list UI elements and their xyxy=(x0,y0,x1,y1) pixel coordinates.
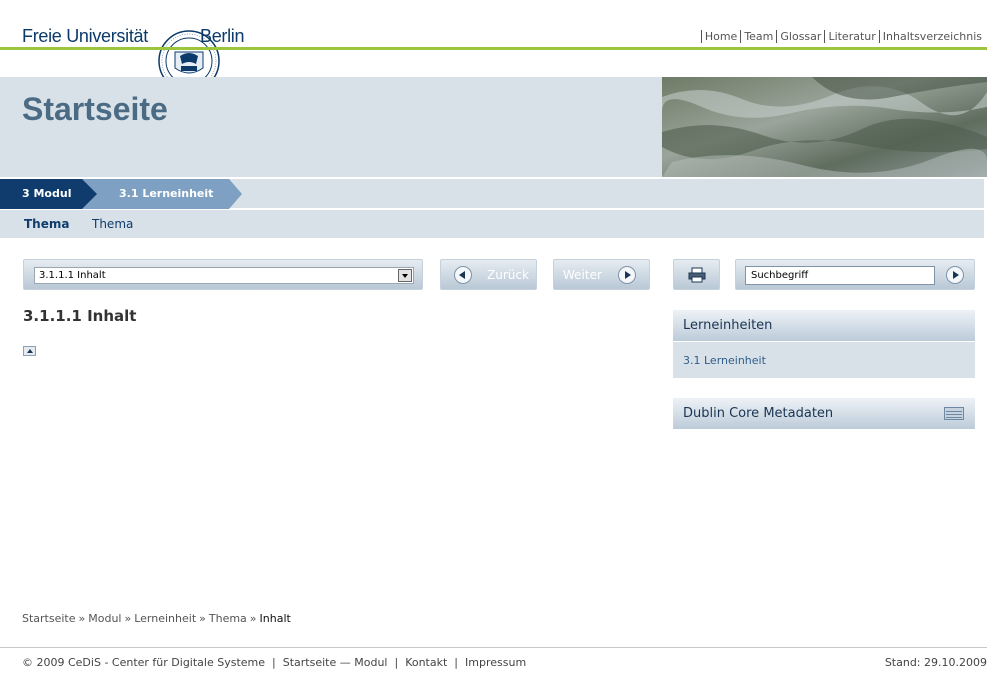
page-select-bar: 3.1.1.1 Inhalt xyxy=(23,259,423,290)
nav-literatur[interactable]: Literatur xyxy=(824,30,878,43)
content-heading: 3.1.1.1 Inhalt xyxy=(23,307,137,325)
nav-inhaltsverzeichnis[interactable]: Inhaltsverzeichnis xyxy=(878,30,985,43)
crumb-lerneinheit[interactable]: 3.1 Lerneinheit xyxy=(97,179,229,209)
footer-divider xyxy=(0,647,987,648)
subnav-thema-link[interactable]: Thema xyxy=(92,217,133,231)
topic-subnav: Thema Thema xyxy=(0,209,984,238)
arrow-left-icon xyxy=(454,266,472,284)
print-button[interactable] xyxy=(673,259,720,290)
breadcrumb-startseite[interactable]: Startseite xyxy=(22,612,76,625)
dublin-core-header[interactable]: Dublin Core Metadaten xyxy=(673,398,975,429)
water-photo xyxy=(662,77,987,177)
lerneinheiten-header: Lerneinheiten xyxy=(673,310,975,341)
breadcrumb-separator: » xyxy=(199,612,206,625)
breadcrumb-current: Inhalt xyxy=(259,612,291,625)
crumb-modul[interactable]: 3 Modul xyxy=(0,179,82,209)
subnav-thema-active[interactable]: Thema xyxy=(24,217,69,231)
logo-text-left: Freie Universität xyxy=(22,26,148,46)
last-updated: Stand: 29.10.2009 xyxy=(884,656,987,669)
page-select[interactable]: 3.1.1.1 Inhalt xyxy=(34,267,414,284)
breadcrumb-modul[interactable]: Modul xyxy=(88,612,121,625)
breadcrumb-separator: » xyxy=(249,612,257,625)
search-input[interactable] xyxy=(745,266,935,285)
back-button[interactable]: Zurück xyxy=(440,259,537,290)
header-divider xyxy=(0,47,987,50)
crumb-lerneinheit-arrow xyxy=(229,179,242,209)
module-breadcrumb-bar: 3 Modul 3.1 Lerneinheit xyxy=(0,178,984,209)
nav-home[interactable]: Home xyxy=(700,30,740,43)
logo-text-right: Berlin xyxy=(200,26,245,46)
nav-team[interactable]: Team xyxy=(740,30,776,43)
crumb-modul-arrow xyxy=(82,179,97,209)
dublin-core-title: Dublin Core Metadaten xyxy=(683,406,834,421)
breadcrumb: Startseite» Modul» Lerneinheit» Thema» Inhal… xyxy=(22,612,291,625)
next-label: Weiter xyxy=(563,268,602,282)
back-to-top-icon[interactable] xyxy=(23,346,36,356)
lerneinheit-link[interactable]: 3.1 Lerneinheit xyxy=(683,354,766,367)
back-label: Zurück xyxy=(487,268,529,282)
page-title: Startseite xyxy=(22,91,168,127)
arrow-right-icon xyxy=(618,266,636,284)
footer: © 2009 CeDiS - Center für Digitale Syste… xyxy=(22,656,527,669)
breadcrumb-thema[interactable]: Thema xyxy=(209,612,247,625)
page-banner: Startseite xyxy=(0,77,987,177)
lerneinheiten-panel: 3.1 Lerneinheit xyxy=(673,341,975,378)
search-submit-icon[interactable] xyxy=(946,266,964,284)
nav-glossar[interactable]: Glossar xyxy=(776,30,824,43)
breadcrumb-separator: » xyxy=(78,612,86,625)
printer-icon xyxy=(688,267,706,283)
copyright: © 2009 CeDiS - Center für Digitale Syste… xyxy=(22,656,266,669)
top-navigation: Home Team Glossar Literatur Inhaltsverze… xyxy=(700,30,985,43)
breadcrumb-separator: » xyxy=(124,612,132,625)
footer-link-kontakt[interactable]: Kontakt xyxy=(405,656,447,669)
page-select-value: 3.1.1.1 Inhalt xyxy=(39,270,106,281)
footer-link-impressum[interactable]: Impressum xyxy=(465,656,526,669)
chevron-down-icon[interactable] xyxy=(398,269,412,282)
search-bar xyxy=(735,259,975,290)
list-icon[interactable] xyxy=(944,407,964,420)
next-button[interactable]: Weiter xyxy=(553,259,650,290)
breadcrumb-lerneinheit[interactable]: Lerneinheit xyxy=(134,612,196,625)
footer-link-startseite-modul[interactable]: Startseite — Modul xyxy=(283,656,388,669)
